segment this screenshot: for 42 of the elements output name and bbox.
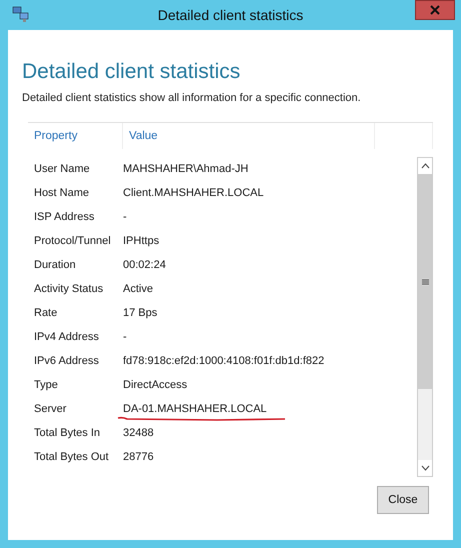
close-button[interactable]	[415, 0, 455, 20]
value-cell: DA-01.MAHSHAHER.LOCAL	[123, 403, 267, 415]
scroll-thumb[interactable]	[418, 174, 432, 389]
property-cell-text: Host Name	[33, 187, 90, 199]
property-cell-text: IPv4 Address	[33, 331, 100, 343]
scroll-down-button[interactable]	[418, 460, 432, 476]
column-header[interactable]: Value	[123, 123, 375, 149]
property-cell-text: Duration	[33, 259, 77, 271]
chevron-up-icon	[420, 163, 430, 169]
close-icon	[430, 5, 440, 15]
value-cell: IPHttps	[123, 235, 160, 247]
scrollbar[interactable]	[417, 157, 433, 477]
page-heading: Detailed client statistics	[22, 60, 242, 84]
property-cell-text: Activity Status	[33, 283, 104, 295]
property-cell-text: Protocol/Tunnel	[33, 235, 112, 247]
value-cell: DirectAccess	[123, 379, 188, 391]
window-title: Detailed client statistics	[158, 7, 304, 23]
value-cell: -	[123, 211, 127, 223]
description-text: Detailed client statistics show all information for a specific connection.	[22, 92, 362, 104]
value-cell: Client.MAHSHAHER.LOCAL	[123, 187, 264, 199]
column-header[interactable]: Property	[28, 123, 123, 149]
property-cell-text: Server	[33, 403, 68, 415]
grip-icon	[422, 278, 428, 284]
property-cell-text: Type	[33, 379, 59, 391]
property-cell-text: IPv6 Address	[33, 355, 100, 367]
property-cell-text: Total Bytes Out	[33, 451, 110, 463]
value-cell: 32488	[123, 427, 154, 439]
chevron-down-icon	[420, 465, 430, 471]
property-cell-text: User Name	[33, 163, 91, 175]
value-cell: fd78:918c:ef2d:1000:4108:f01f:db1d:f822	[123, 355, 324, 367]
value-cell: Active	[123, 283, 153, 295]
value-cell: 17 Bps	[123, 307, 158, 319]
value-cell: MAHSHAHER\Ahmad-JH	[123, 163, 248, 175]
computers-icon	[12, 5, 30, 23]
property-cell-text: Rate	[33, 307, 58, 319]
value-cell: 28776	[123, 451, 154, 463]
property-cell-text: ISP Address	[33, 211, 96, 223]
property-cell-text: Total Bytes In	[33, 427, 102, 439]
scroll-up-button[interactable]	[418, 158, 432, 174]
value-cell: 00:02:24	[123, 259, 166, 271]
value-cell: -	[123, 331, 127, 343]
close-button[interactable]: Close	[377, 486, 429, 514]
